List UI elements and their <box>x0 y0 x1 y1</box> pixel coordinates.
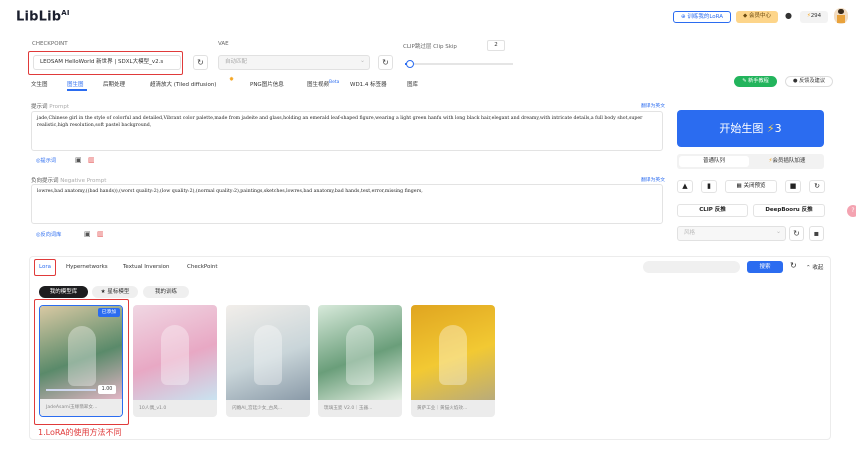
tab-img2video[interactable]: 图生视频Beta <box>307 80 339 88</box>
refresh-vae-icon[interactable]: ↻ <box>378 55 393 70</box>
translate-negative-link[interactable]: 翻译为英文 <box>641 176 665 183</box>
clip-skip-value[interactable]: 2 <box>487 40 505 51</box>
annotation-text: 1.LoRA的使用方法不同 <box>38 428 122 437</box>
translate-prompt-link[interactable]: 翻译为英文 <box>641 102 665 109</box>
trash-icon[interactable]: ▮ <box>701 180 717 193</box>
beta-badge: Beta <box>329 80 340 86</box>
train-lora-button[interactable]: ⊕ 训练我的LoRA <box>673 11 731 23</box>
lora-card-figure <box>254 325 282 385</box>
vae-label: VAE <box>218 41 229 47</box>
clip-interrogate-button[interactable]: CLIP 反推 <box>677 204 748 217</box>
file-icon[interactable]: ▪ <box>809 226 824 241</box>
tab-postprocess[interactable]: 后期处理 <box>103 80 125 88</box>
tab-upscale[interactable]: 超清放大 (Tiled diffusion) <box>150 80 216 88</box>
liblib-logo[interactable]: LibLibAI <box>16 9 70 24</box>
lora-card-figure <box>161 325 189 385</box>
paint-icon[interactable]: ▲ <box>677 180 693 193</box>
prompt-label: 提示词 Prompt <box>31 104 69 110</box>
negative-prompt-label: 负向提示词 Negative Prompt <box>31 178 107 184</box>
style-select[interactable]: 风格 <box>677 226 786 241</box>
folder-icon[interactable]: ■ <box>785 180 801 193</box>
lora-card-caption: 闪婚AI_宫廷少女_古风... <box>226 400 310 417</box>
bell-icon[interactable]: ● <box>785 11 795 21</box>
refresh-icon[interactable]: ↻ <box>193 55 208 70</box>
tutorial-button[interactable]: ✎ 新手教程 <box>734 76 777 87</box>
refresh-icon[interactable]: ↻ <box>809 180 825 193</box>
tab-checkpoint[interactable]: CheckPoint <box>187 264 218 270</box>
lora-card-highlight <box>34 299 129 425</box>
negative-prompt-textarea[interactable]: lowres,bad anatomy,((bad hands)),(worst … <box>31 184 663 224</box>
search-button[interactable]: 搜索 <box>747 261 783 273</box>
filter-my-models[interactable]: 我的模型库 <box>39 286 88 298</box>
filter-my-training[interactable]: 我的训练 <box>143 286 189 298</box>
tab-active-underline <box>67 89 87 91</box>
clip-skip-handle[interactable] <box>406 60 415 68</box>
lora-card-caption: 黄萨工业｜黄猫火焰效... <box>411 400 495 417</box>
chevron-down-icon: ⌄ <box>360 57 366 64</box>
chevron-down-icon: ⌄ <box>776 228 782 235</box>
feedback-button[interactable]: ● 反馈及建议 <box>785 76 833 87</box>
member-center-button[interactable]: ◆ 会员中心 <box>736 11 778 23</box>
prompt-helper-button[interactable]: ◎提示词 <box>36 156 66 167</box>
tab-png-info[interactable]: PNG图片信息 <box>250 80 284 88</box>
negative-library-button[interactable]: ◎反向词库 <box>36 230 76 241</box>
avatar[interactable] <box>834 8 848 24</box>
lora-card[interactable]: 黄萨工业｜黄猫火焰效... <box>411 305 495 417</box>
close-preview-button[interactable]: ▦ 关闭预览 <box>725 180 777 193</box>
deepbooru-button[interactable]: DeepBooru 反推 <box>753 204 825 217</box>
trash-icon[interactable]: ▥ <box>97 230 104 238</box>
help-float-icon[interactable]: ? <box>847 205 856 217</box>
avatar-body <box>837 15 845 23</box>
checkpoint-label: CHECKPOINT <box>32 41 68 47</box>
checkpoint-highlight <box>28 51 183 75</box>
lora-card[interactable]: 闪婚AI_宫廷少女_古风... <box>226 305 310 417</box>
lora-card[interactable]: 10人偶_v1.0 <box>133 305 217 417</box>
vip-queue-option[interactable]: ⚡会员插队加速 <box>752 156 822 167</box>
tab-wd-tagger[interactable]: WD1.4 标签器 <box>350 80 387 88</box>
save-icon[interactable]: ▣ <box>84 230 91 238</box>
tab-gallery[interactable]: 图库 <box>407 80 418 88</box>
points-badge[interactable]: ⚡294 <box>800 11 828 23</box>
refresh-icon[interactable]: ↻ <box>790 261 797 270</box>
filter-starred[interactable]: ★ 星标模型 <box>92 286 138 298</box>
lora-card-caption: 琉璃玉瓷 V2.0｜玉器... <box>318 400 402 417</box>
normal-queue-option[interactable]: 普通队列 <box>679 156 749 167</box>
tab-txt2img[interactable]: 文生图 <box>31 80 48 88</box>
prompt-textarea[interactable]: jade,Chinese girl in the style of colorf… <box>31 111 663 151</box>
tab-hypernetworks[interactable]: Hypernetworks <box>66 264 108 270</box>
clip-skip-track[interactable] <box>405 63 513 65</box>
lora-card[interactable]: 琉璃玉瓷 V2.0｜玉器... <box>318 305 402 417</box>
generate-button[interactable]: 开始生图 ⚡3 <box>677 110 824 147</box>
avatar-hair <box>838 9 844 14</box>
trash-icon[interactable]: ▥ <box>88 156 95 164</box>
collapse-button[interactable]: ⌃ 收起 <box>806 263 823 271</box>
tab-img2img[interactable]: 图生图 <box>67 80 84 88</box>
lora-card-figure <box>439 325 467 385</box>
refresh-icon[interactable]: ↻ <box>789 226 804 241</box>
star-icon: ✸ <box>229 76 235 83</box>
lora-tab-highlight <box>34 259 56 276</box>
lora-card-caption: 10人偶_v1.0 <box>133 400 217 417</box>
chevron-up-icon: ⌃ <box>806 265 811 271</box>
save-icon[interactable]: ▣ <box>75 156 82 164</box>
tab-textual-inversion[interactable]: Textual Inversion <box>123 264 170 270</box>
clip-skip-label: CLIP跳过层 Clip Skip <box>403 44 457 50</box>
lora-card-figure <box>346 325 374 385</box>
bolt-icon: ⚡ <box>766 122 775 135</box>
vae-select[interactable]: 自动匹配 <box>218 55 370 70</box>
lora-search-input[interactable] <box>643 261 740 273</box>
